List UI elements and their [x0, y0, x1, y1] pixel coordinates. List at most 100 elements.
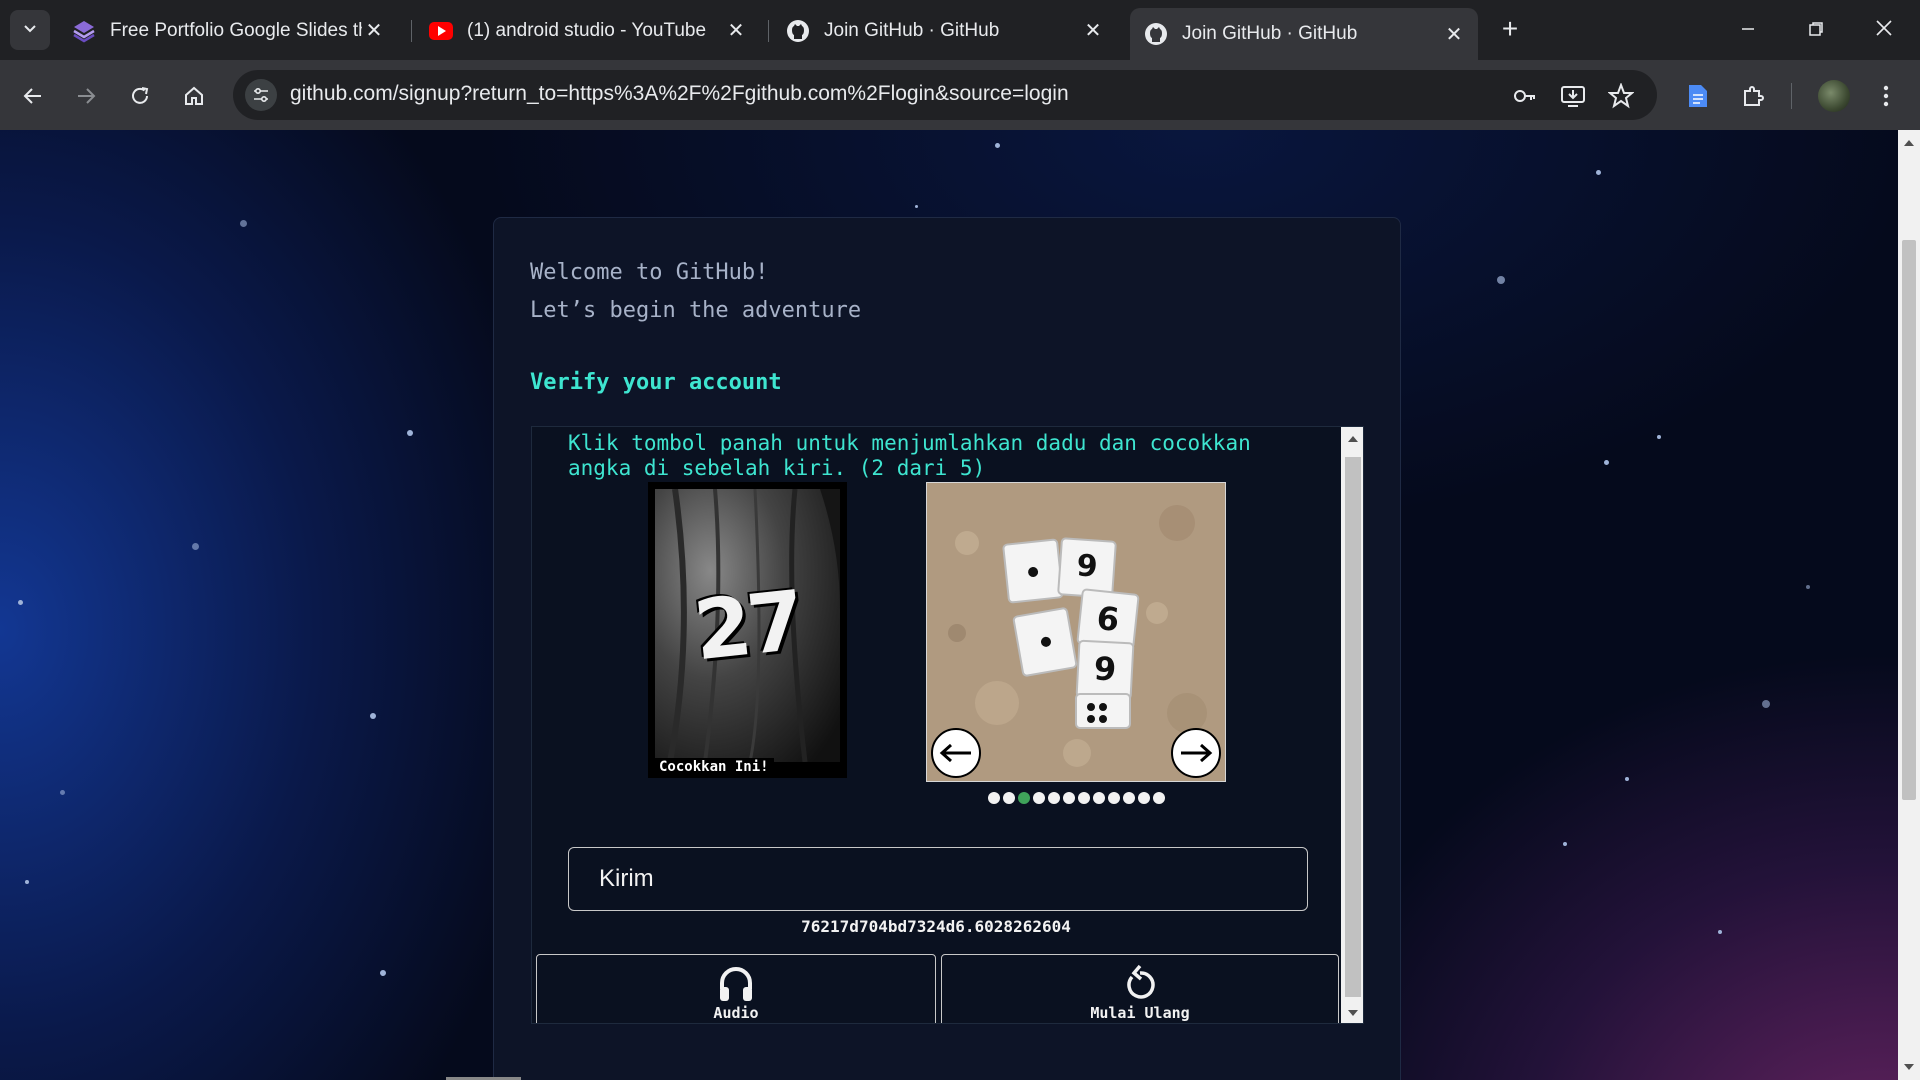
verify-heading: Verify your account — [530, 370, 782, 395]
target-image: 27 Cocokkan Ini! — [648, 482, 847, 778]
close-icon[interactable]: ✕ — [362, 18, 386, 43]
toolbar-separator — [1791, 83, 1792, 109]
more-vert-icon — [1883, 85, 1889, 107]
audio-label: Audio — [713, 1004, 759, 1022]
profile-avatar[interactable] — [1818, 80, 1850, 112]
tab-title: Free Portfolio Google Slides the — [110, 19, 362, 41]
close-icon — [1876, 20, 1892, 36]
tab-search-button[interactable] — [10, 10, 50, 50]
captcha-scroll-thumb[interactable] — [1345, 457, 1361, 997]
audio-button[interactable]: Audio — [536, 954, 936, 1023]
star-decoration — [1806, 585, 1810, 589]
star-decoration — [370, 713, 376, 719]
arrow-left-icon — [939, 743, 971, 763]
next-arrow-button[interactable] — [1171, 728, 1221, 778]
target-number: 27 — [689, 573, 806, 680]
star-decoration — [1497, 276, 1505, 284]
minimize-button[interactable] — [1718, 10, 1778, 50]
progress-dot — [1138, 792, 1150, 804]
home-button[interactable] — [174, 76, 214, 116]
die: 9 — [1075, 639, 1135, 701]
progress-dot-active — [1018, 792, 1030, 804]
chevron-down-icon — [22, 20, 38, 41]
extensions-button[interactable] — [1733, 76, 1773, 116]
scroll-down-icon[interactable] — [1898, 1058, 1920, 1076]
die-face: 9 — [1092, 649, 1118, 689]
close-icon[interactable]: ✕ — [724, 18, 748, 43]
docs-extension-button[interactable] — [1678, 76, 1718, 116]
restart-label: Mulai Ulang — [1090, 1004, 1190, 1022]
tab-slidesgo[interactable]: Free Portfolio Google Slides the ✕ — [58, 8, 398, 53]
youtube-icon — [429, 19, 453, 43]
arrow-left-icon — [23, 88, 41, 104]
star-decoration — [1604, 460, 1609, 465]
tab-youtube[interactable]: (1) android studio - YouTube ✕ — [415, 8, 760, 53]
install-app-button[interactable] — [1559, 82, 1587, 110]
tab-title: (1) android studio - YouTube — [467, 19, 707, 41]
close-icon[interactable]: ✕ — [1081, 18, 1105, 43]
restore-button[interactable] — [1786, 10, 1846, 50]
star-decoration — [240, 220, 247, 227]
welcome-subheading: Let’s begin the adventure — [530, 298, 862, 323]
star-decoration — [18, 600, 23, 605]
minimize-icon — [1742, 28, 1754, 30]
progress-dot — [1153, 792, 1165, 804]
page-scroll-thumb[interactable] — [1902, 240, 1916, 800]
install-icon — [1561, 86, 1585, 107]
progress-dots — [988, 792, 1165, 804]
restart-button[interactable]: Mulai Ulang — [941, 954, 1339, 1023]
bookmark-button[interactable] — [1607, 82, 1635, 110]
reload-button[interactable] — [120, 76, 160, 116]
back-button[interactable] — [13, 76, 53, 116]
close-icon[interactable]: ✕ — [1442, 22, 1466, 47]
scroll-up-icon[interactable] — [1898, 134, 1920, 152]
captcha-frame: Klik tombol panah untuk menjumlahkan dad… — [531, 426, 1364, 1024]
tune-icon — [254, 87, 268, 103]
tab-title: Join GitHub · GitHub — [1182, 23, 1358, 44]
page-scrollbar[interactable] — [1898, 130, 1920, 1080]
progress-dot — [1003, 792, 1015, 804]
arrow-right-icon — [1181, 743, 1213, 763]
site-info-button[interactable] — [245, 79, 277, 111]
close-window-button[interactable] — [1854, 10, 1914, 50]
scroll-up-icon[interactable] — [1341, 429, 1364, 449]
home-icon — [185, 86, 203, 105]
forward-button[interactable] — [66, 76, 106, 116]
slidesgo-icon — [72, 19, 96, 43]
scroll-down-icon[interactable] — [1341, 1003, 1364, 1023]
url-text[interactable]: github.com/signup?return_to=https%3A%2F%… — [290, 82, 1069, 106]
target-photo: 27 — [655, 489, 840, 762]
previous-arrow-button[interactable] — [931, 728, 981, 778]
star-decoration — [1762, 700, 1770, 708]
die-face: 6 — [1094, 598, 1122, 640]
star-decoration — [60, 790, 65, 795]
dice-image: 9 6 9 — [926, 482, 1226, 782]
tab-github-active[interactable]: Join GitHub · GitHub ✕ — [1130, 8, 1478, 60]
star-icon — [1608, 83, 1634, 109]
password-key-button[interactable] — [1511, 82, 1539, 110]
tab-github[interactable]: Join GitHub · GitHub ✕ — [772, 8, 1117, 53]
star-decoration — [407, 430, 413, 436]
tab-separator — [411, 20, 412, 42]
progress-dot — [1063, 792, 1075, 804]
star-decoration — [380, 970, 386, 976]
restore-icon — [1809, 22, 1823, 36]
submit-button[interactable]: Kirim — [568, 847, 1308, 911]
menu-button[interactable] — [1866, 76, 1906, 116]
die — [1012, 606, 1078, 678]
star-decoration — [1657, 435, 1661, 439]
welcome-heading: Welcome to GitHub! — [530, 260, 769, 285]
tab-separator — [768, 20, 769, 42]
star-decoration — [192, 543, 199, 550]
arrow-right-icon — [78, 88, 96, 104]
address-bar[interactable]: github.com/signup?return_to=https%3A%2F%… — [233, 70, 1657, 120]
progress-dot — [1093, 792, 1105, 804]
star-decoration — [1596, 170, 1601, 175]
new-tab-button[interactable]: + — [1495, 14, 1525, 44]
session-id: 76217d704bd7324d6.6028262604 — [801, 917, 1071, 936]
tab-title: Join GitHub · GitHub — [824, 19, 1000, 41]
star-decoration — [1625, 777, 1629, 781]
headphones-icon — [720, 967, 752, 1001]
die — [1075, 693, 1131, 729]
captcha-scrollbar[interactable] — [1341, 427, 1364, 1023]
